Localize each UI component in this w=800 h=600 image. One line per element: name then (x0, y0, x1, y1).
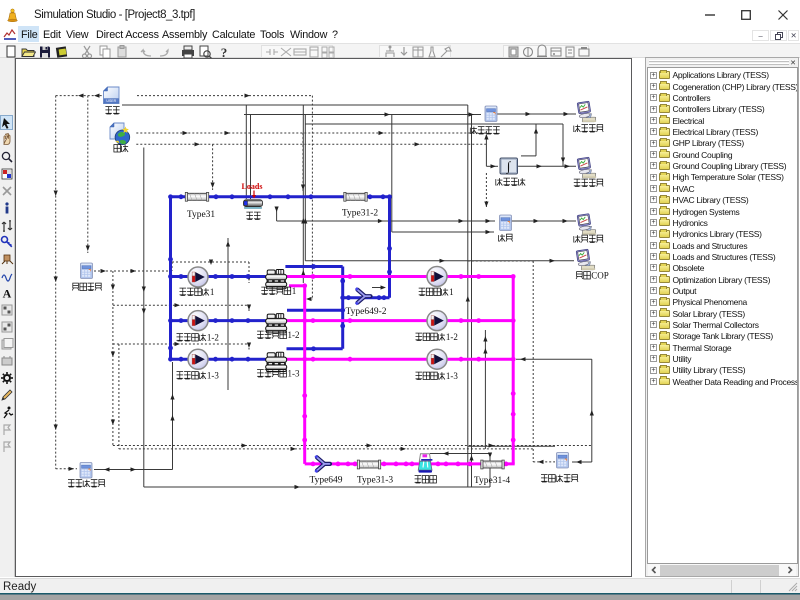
svg-text:1: 1 (210, 287, 215, 297)
svg-text:Type31-2: Type31-2 (342, 209, 379, 219)
svg-text:USER: USER (106, 99, 116, 103)
svg-text:1: 1 (449, 287, 454, 297)
svg-text:Type31: Type31 (187, 210, 216, 220)
svg-text:Type31-4: Type31-4 (474, 476, 511, 486)
svg-text:1-3: 1-3 (207, 371, 219, 381)
svg-text:1-3: 1-3 (288, 369, 300, 379)
svg-text:Type649: Type649 (309, 476, 342, 486)
svg-text:A: A (3, 287, 12, 301)
svg-text:Loads: Loads (242, 182, 263, 191)
svg-text:1-3: 1-3 (446, 371, 458, 381)
svg-text:Type649-2: Type649-2 (345, 307, 386, 317)
svg-text:COP: COP (591, 271, 609, 281)
svg-text:1-2: 1-2 (446, 332, 458, 342)
svg-text:1-2: 1-2 (288, 330, 300, 340)
svg-text:1: 1 (292, 286, 297, 296)
svg-text:Type31-3: Type31-3 (357, 476, 394, 486)
svg-text:1-2: 1-2 (207, 333, 219, 343)
